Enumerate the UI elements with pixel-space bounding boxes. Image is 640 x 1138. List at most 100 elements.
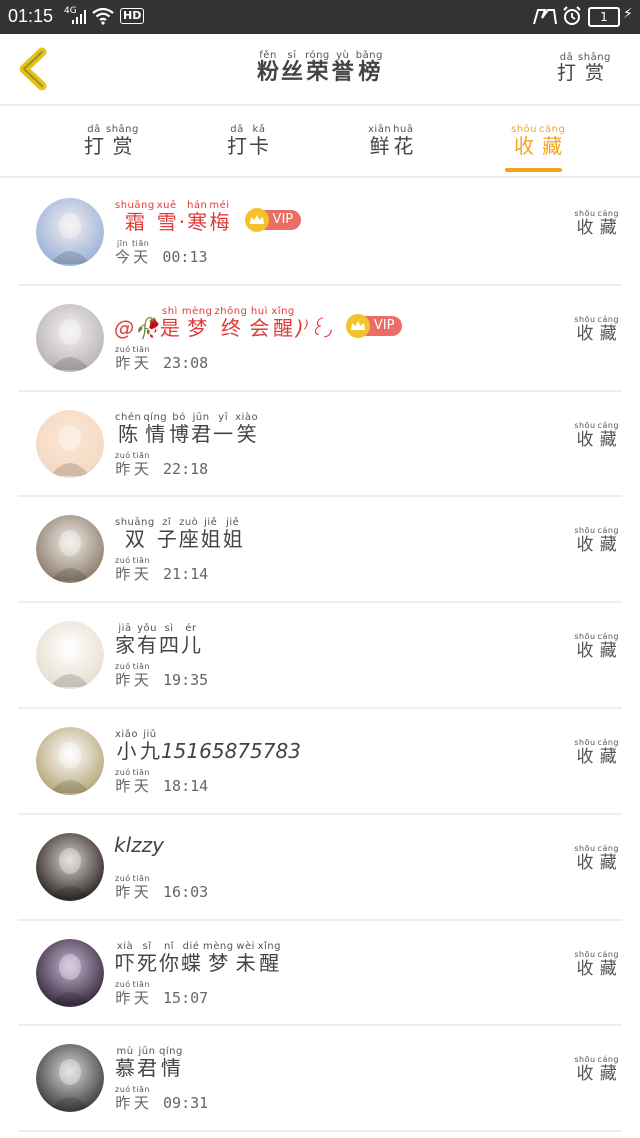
- ruby-char: zuó 昨: [115, 450, 131, 477]
- avatar[interactable]: [36, 832, 104, 901]
- reward-button[interactable]: dǎ 打 shǎng 赏: [556, 52, 612, 83]
- hanzi: 天: [133, 776, 149, 795]
- alarm-icon: [563, 6, 581, 25]
- fan-list-item[interactable]: shuāng 双 zǐ 子 zuò 座 jiě 姐 jiě 姐 zuó 昨 tiān 天 21:14 shōu…: [18, 497, 622, 604]
- avatar[interactable]: [36, 621, 104, 690]
- action-label-favorite: shōu 收 cáng 藏: [573, 420, 620, 449]
- ruby-char: jiě 姐: [223, 517, 243, 549]
- hanzi: 赏: [584, 62, 604, 84]
- hanzi: 天: [133, 565, 149, 584]
- ruby-char: shōu 收: [574, 843, 595, 872]
- hanzi: 昨: [115, 459, 131, 478]
- ruby-char: shuāng 霜: [115, 200, 155, 232]
- fan-name: chén 陈 qíng 情 bó 博 jūn 君 yī 一 xiào 笑: [114, 412, 259, 444]
- ruby-char: cáng 藏: [539, 124, 565, 156]
- favorite-time: jīn 今 tiān 天 00:13: [114, 238, 208, 265]
- fan-list-item[interactable]: xiǎo 小 jiǔ 九 15165875783 zuó 昨 tiān 天 18:14 shōu 收 c…: [18, 709, 622, 815]
- signal-icon: [72, 10, 86, 24]
- ruby-char: shōu 收: [574, 314, 595, 343]
- ruby-char: cáng 藏: [598, 843, 619, 872]
- ruby-char: cáng 藏: [598, 525, 619, 554]
- fan-list: shuāng 霜 xuě 雪 · hán 寒 méi 梅 VIP jīn 今 tiān 天 00:13 sh…: [0, 180, 640, 1133]
- hanzi: 天: [133, 459, 149, 478]
- ruby-char: xià 吓: [115, 941, 135, 973]
- fan-name: @🥀 shì 是 mèng 梦 zhōng 终 huì 会 xǐng 醒)⁾꒰◞ VIP: [114, 306, 403, 340]
- ruby-char: tiān 天: [133, 979, 150, 1006]
- favorite-time: zuó 昨 tiān 天 21:14: [114, 555, 208, 582]
- ruby-char: cáng 藏: [598, 314, 619, 343]
- ruby-char: qíng 情: [143, 412, 167, 444]
- avatar[interactable]: [36, 726, 104, 795]
- time-value: 23:08: [163, 353, 209, 372]
- hanzi: 姐: [200, 527, 221, 552]
- hanzi: 子: [156, 527, 177, 552]
- action-label-favorite: shōu 收 cáng 藏: [573, 631, 620, 660]
- ruby-char: yù 誉: [332, 50, 354, 84]
- fan-list-item[interactable]: @🥀 shì 是 mèng 梦 zhōng 终 huì 会 xǐng 醒)⁾꒰◞ VIP zuó 昨 tiā…: [18, 286, 622, 392]
- hanzi: 藏: [599, 429, 617, 450]
- favorite-time: zuó 昨 tiān 天 23:08: [114, 344, 208, 371]
- ruby-char: wèi 未: [236, 941, 256, 973]
- ruby-char: tiān 天: [133, 344, 150, 371]
- ruby-char: shōu 收: [574, 208, 595, 237]
- hanzi: 昨: [115, 988, 131, 1007]
- fan-name: klzzy: [114, 835, 164, 855]
- ruby-char: sī 丝: [281, 50, 303, 84]
- ruby-char: shōu 收: [574, 949, 595, 978]
- ruby-char: shōu 收: [511, 124, 537, 156]
- hanzi: 寒: [187, 210, 208, 234]
- fan-list-item[interactable]: shuāng 霜 xuě 雪 · hán 寒 méi 梅 VIP jīn 今 tiān 天 00:13 sh…: [18, 180, 622, 286]
- avatar[interactable]: [36, 1044, 104, 1113]
- ruby-char: nǐ 你: [159, 941, 179, 973]
- ruby-char: shōu 收: [574, 737, 595, 766]
- fan-list-item[interactable]: chén 陈 qíng 情 bó 博 jūn 君 yī 一 xiào 笑 zuó 昨 tiān 天 22:18 s…: [18, 392, 622, 498]
- ruby-char: tiān 天: [133, 450, 150, 477]
- hanzi: 藏: [599, 218, 617, 238]
- hanzi: 死: [137, 950, 157, 975]
- hanzi: 赏: [112, 134, 133, 158]
- action-label-favorite: shōu 收 cáng 藏: [573, 208, 620, 237]
- hanzi: 是: [159, 315, 180, 340]
- hanzi: 今: [115, 248, 131, 266]
- tab-favorites[interactable]: shōu 收 cáng 藏: [510, 124, 566, 156]
- ruby-char: xiān 鲜: [368, 124, 391, 156]
- hanzi: 收: [576, 535, 594, 556]
- tab-checkin[interactable]: dǎ 打 kǎ 卡: [226, 124, 270, 156]
- hanzi: 收: [576, 746, 594, 767]
- favorite-time: zuó 昨 tiān 天 22:18: [114, 450, 208, 477]
- avatar[interactable]: [36, 198, 104, 266]
- tab-flowers[interactable]: xiān 鲜 huā 花: [367, 124, 414, 156]
- time-value: 09:31: [163, 1094, 209, 1113]
- active-tab-indicator: [505, 168, 562, 172]
- ruby-char: qíng 情: [159, 1046, 183, 1078]
- name-suffix: klzzy: [114, 832, 164, 857]
- hanzi: 未: [235, 950, 256, 975]
- ruby-char: kǎ 卡: [249, 124, 269, 156]
- hanzi: 蝶: [181, 950, 201, 975]
- avatar[interactable]: [36, 303, 104, 372]
- fan-list-item[interactable]: klzzy zuó 昨 tiān 天 16:03 shōu 收 cáng 藏: [18, 815, 622, 921]
- fan-list-item[interactable]: xià 吓 sǐ 死 nǐ 你 dié 蝶 mèng 梦 wèi 未 xǐng 醒 zuó 昨 tiān 天 15:…: [18, 921, 622, 1027]
- tab-reward[interactable]: dǎ 打 shǎng 赏: [83, 124, 140, 156]
- hanzi: 藏: [599, 852, 617, 873]
- fan-list-item[interactable]: jiā 家 yǒu 有 sì 四 ér 儿 zuó 昨 tiān 天 19:35 shōu 收 cáng 藏: [18, 603, 622, 709]
- hanzi: 鲜: [369, 134, 390, 158]
- avatar[interactable]: [36, 409, 104, 478]
- hanzi: 陈: [118, 421, 139, 446]
- hanzi: 誉: [331, 60, 354, 85]
- avatar[interactable]: [36, 938, 104, 1007]
- hanzi: 情: [160, 1056, 181, 1081]
- avatar[interactable]: [36, 515, 104, 584]
- action-label-favorite: shōu 收 cáng 藏: [573, 737, 620, 766]
- ruby-char: tiān 天: [132, 238, 149, 265]
- time-value: 18:14: [163, 776, 209, 795]
- back-arrow-icon[interactable]: [14, 46, 54, 92]
- hanzi: 四: [159, 633, 179, 658]
- fan-name: xià 吓 sǐ 死 nǐ 你 dié 蝶 mèng 梦 wèi 未 xǐng 醒: [114, 941, 282, 973]
- ruby-char: chén 陈: [115, 412, 141, 444]
- hanzi: 座: [178, 527, 199, 552]
- ruby-char: sǐ 死: [137, 941, 157, 973]
- fan-name: shuāng 双 zǐ 子 zuò 座 jiě 姐 jiě 姐: [114, 517, 244, 549]
- fan-name: mù 慕 jūn 君 qíng 情: [114, 1046, 184, 1078]
- fan-list-item[interactable]: mù 慕 jūn 君 qíng 情 zuó 昨 tiān 天 09:31 shōu 收 cáng 藏: [18, 1026, 622, 1133]
